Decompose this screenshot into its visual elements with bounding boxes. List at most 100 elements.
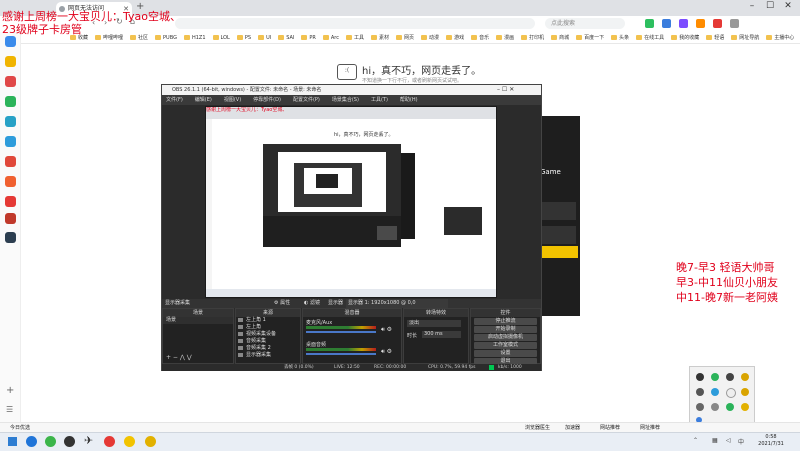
extension-icon[interactable]	[679, 19, 688, 28]
bookmark[interactable]: 素材	[371, 34, 389, 41]
stop-streaming-button[interactable]: 停止推流	[474, 318, 537, 325]
menu-view[interactable]: 视图(V)	[224, 95, 241, 105]
game-field[interactable]	[542, 226, 576, 244]
source-item[interactable]: 显示器采集	[236, 352, 300, 359]
game-button[interactable]	[540, 246, 578, 258]
close-window-button[interactable]: ✕	[780, 1, 796, 11]
bookmark[interactable]: Arc	[322, 35, 339, 41]
obs-icon[interactable]	[64, 436, 75, 447]
sidebar-app-icon[interactable]	[5, 56, 16, 67]
source-item[interactable]: 视频采集设备	[236, 331, 300, 338]
sidebar-app-icon[interactable]	[5, 96, 16, 107]
game-field[interactable]	[542, 202, 576, 220]
clock[interactable]: 0:58 2021/7/31	[756, 434, 786, 448]
filters-button[interactable]: ◐ 滤镜	[304, 299, 320, 308]
network-icon[interactable]: ▦	[712, 437, 718, 444]
menu-tools[interactable]: 工具(T)	[371, 95, 388, 105]
sidebar-app-icon[interactable]	[5, 76, 16, 87]
extension-icon[interactable]	[713, 19, 722, 28]
menu-file[interactable]: 文件(F)	[166, 95, 183, 105]
sidebar-app-icon[interactable]	[5, 116, 16, 127]
maximize-button[interactable]: ☐	[762, 1, 778, 11]
sidebar-add-icon[interactable]: +	[6, 385, 14, 396]
tray-chevron-icon[interactable]: ⌃	[693, 437, 698, 444]
tray-icon[interactable]	[726, 403, 734, 411]
tray-icon[interactable]	[711, 388, 719, 396]
obs-preview[interactable]: 感谢上周榜一大宝贝儿：Tyao空城、 hi，真不巧，网页走丢了。	[205, 106, 497, 298]
search-input[interactable]: 点此搜索	[545, 18, 625, 29]
tray-icon[interactable]	[726, 373, 734, 381]
display-select[interactable]: 显示器 1: 1920x1080 @ 0,0	[346, 299, 448, 308]
virtual-camera-button[interactable]: 启动虚拟摄像机	[474, 334, 537, 341]
sidebar-app-icon[interactable]	[5, 36, 16, 47]
bookmark[interactable]: 主播中心	[766, 34, 794, 41]
extension-icon[interactable]	[696, 19, 705, 28]
tray-icon[interactable]	[711, 373, 719, 381]
source-item[interactable]: 左上角	[236, 324, 300, 331]
menu-profile[interactable]: 配置文件(P)	[293, 95, 320, 105]
sidebar-app-icon[interactable]	[5, 196, 16, 207]
sidebar-app-icon[interactable]	[5, 213, 16, 224]
menu-edit[interactable]: 编辑(E)	[195, 95, 212, 105]
source-item[interactable]: 左上角 1	[236, 317, 300, 324]
bookmark[interactable]: 我的收藏	[671, 34, 699, 41]
menu-icon[interactable]	[730, 19, 739, 28]
edge-icon[interactable]	[26, 436, 37, 447]
settings-button[interactable]: 设置	[474, 350, 537, 357]
scene-list-buttons[interactable]: + − ⋀ ⋁	[166, 354, 192, 361]
app-icon[interactable]	[104, 436, 115, 447]
menu-scene-collection[interactable]: 场景集合(S)	[332, 95, 359, 105]
bookmark[interactable]: 网页	[396, 34, 414, 41]
tray-icon[interactable]	[741, 388, 749, 396]
speaker-icon[interactable]: 🔊︎ ⚙	[381, 326, 392, 334]
volume-slider[interactable]	[306, 331, 376, 333]
bookmark[interactable]: PR	[301, 35, 316, 41]
tray-icon[interactable]	[726, 388, 736, 398]
minimize-button[interactable]: –	[744, 1, 760, 11]
bookmark[interactable]: 网址导航	[731, 34, 759, 41]
bookmark[interactable]: 游戏	[446, 34, 464, 41]
app-icon[interactable]	[124, 436, 135, 447]
app-icon[interactable]: ✈	[84, 434, 93, 447]
bookmark[interactable]: 音乐	[471, 34, 489, 41]
source-item[interactable]: 音频采集 2	[236, 345, 300, 352]
bookmark[interactable]: 头条	[611, 34, 629, 41]
tray-icon[interactable]	[741, 373, 749, 381]
tray-icon[interactable]	[696, 388, 704, 396]
bookmark[interactable]: UI	[258, 35, 271, 41]
tray-icon[interactable]	[711, 403, 719, 411]
bookmark[interactable]: 工具	[346, 34, 364, 41]
tray-icon[interactable]	[696, 373, 704, 381]
bookmark[interactable]: 动漫	[421, 34, 439, 41]
tray-icon[interactable]	[741, 403, 749, 411]
browser-icon[interactable]	[45, 436, 56, 447]
bookmark[interactable]: 漫画	[496, 34, 514, 41]
sidebar-app-icon[interactable]	[5, 232, 16, 243]
bookmark[interactable]: PS	[236, 35, 251, 41]
app-icon[interactable]	[145, 436, 156, 447]
properties-button[interactable]: ⚙ 属性	[274, 299, 290, 308]
bookmark[interactable]: 轻语	[706, 34, 724, 41]
sidebar-settings-icon[interactable]: ☰	[6, 405, 13, 414]
extension-icon[interactable]	[645, 19, 654, 28]
bookmark[interactable]: SAI	[278, 35, 294, 41]
menu-help[interactable]: 帮助(H)	[400, 95, 418, 105]
bookmark[interactable]: 百度一下	[576, 34, 604, 41]
bookmark[interactable]: 商城	[551, 34, 569, 41]
bookmark[interactable]: 在线工具	[636, 34, 664, 41]
bookmark[interactable]: 打印机	[521, 34, 544, 41]
volume-slider[interactable]	[306, 353, 376, 355]
windows-start-icon[interactable]	[8, 437, 17, 446]
volume-icon[interactable]: ◁	[726, 437, 731, 444]
menu-docks[interactable]: 停靠部件(D)	[253, 95, 281, 105]
tray-icon[interactable]	[696, 403, 704, 411]
obs-window-controls[interactable]: – ☐ ✕	[497, 85, 514, 95]
duration-input[interactable]: 300 ms	[422, 331, 461, 338]
start-recording-button[interactable]: 开始录制	[474, 326, 537, 333]
transition-select[interactable]: 淡出	[407, 320, 461, 327]
sidebar-app-icon[interactable]	[5, 156, 16, 167]
sidebar-app-icon[interactable]	[5, 136, 16, 147]
studio-mode-button[interactable]: 工作室模式	[474, 342, 537, 349]
extension-icon[interactable]	[662, 19, 671, 28]
scene-item[interactable]: 场景	[163, 317, 233, 324]
